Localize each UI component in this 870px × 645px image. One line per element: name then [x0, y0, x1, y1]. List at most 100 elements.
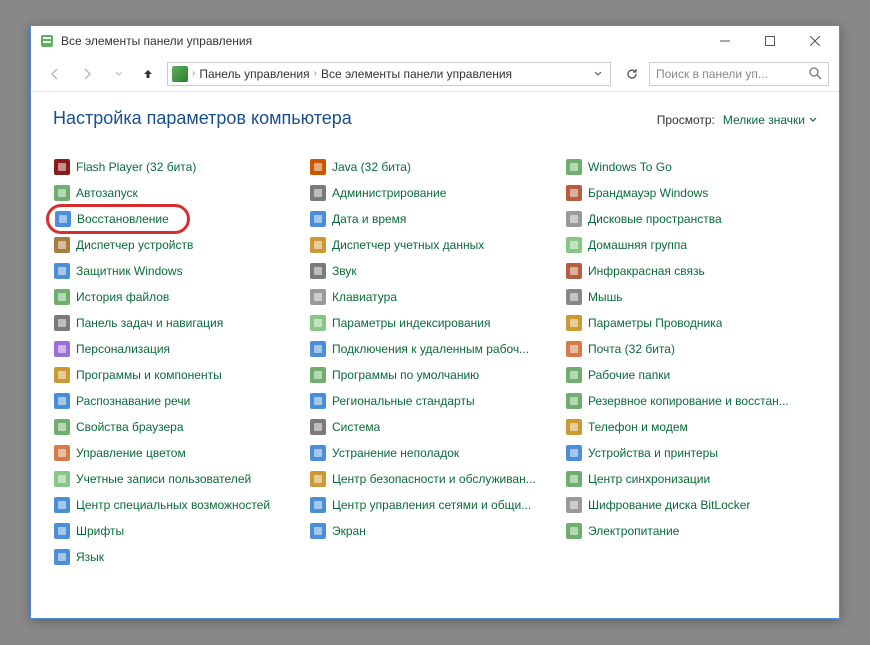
breadcrumb-seg-2[interactable]: Все элементы панели управления: [321, 67, 512, 81]
control-panel-item[interactable]: Flash Player (32 бита): [53, 157, 305, 177]
control-panel-item[interactable]: Параметры индексирования: [309, 313, 561, 333]
control-panel-item[interactable]: Восстановление: [46, 204, 190, 234]
control-panel-item[interactable]: Защитник Windows: [53, 261, 305, 281]
control-panel-item[interactable]: Мышь: [565, 287, 817, 307]
control-panel-item[interactable]: Система: [309, 417, 561, 437]
item-label: Резервное копирование и восстан...: [588, 394, 789, 408]
item-label: Электропитание: [588, 524, 679, 538]
control-panel-item[interactable]: Устройства и принтеры: [565, 443, 817, 463]
control-panel-item[interactable]: Автозапуск: [53, 183, 305, 203]
item-icon: [310, 289, 326, 305]
control-panel-item[interactable]: Программы по умолчанию: [309, 365, 561, 385]
item-icon: [566, 159, 582, 175]
control-panel-item[interactable]: Диспетчер устройств: [53, 235, 305, 255]
control-panel-item[interactable]: Программы и компоненты: [53, 365, 305, 385]
window-title: Все элементы панели управления: [61, 34, 702, 48]
control-panel-item[interactable]: Центр специальных возможностей: [53, 495, 305, 515]
item-label: Диспетчер устройств: [76, 238, 193, 252]
item-label: Свойства браузера: [76, 420, 184, 434]
control-panel-item[interactable]: Экран: [309, 521, 561, 541]
item-icon: [54, 393, 70, 409]
item-icon: [54, 419, 70, 435]
control-panel-item[interactable]: Администрирование: [309, 183, 561, 203]
item-label: Почта (32 бита): [588, 342, 675, 356]
item-label: Устройства и принтеры: [588, 446, 718, 460]
item-label: Телефон и модем: [588, 420, 688, 434]
item-label: Дата и время: [332, 212, 406, 226]
control-panel-item[interactable]: Центр управления сетями и общи...: [309, 495, 561, 515]
item-icon: [54, 367, 70, 383]
item-icon: [566, 471, 582, 487]
item-label: Распознавание речи: [76, 394, 190, 408]
item-icon: [310, 185, 326, 201]
control-panel-item[interactable]: Дисковые пространства: [565, 209, 817, 229]
item-icon: [310, 393, 326, 409]
control-panel-item[interactable]: Учетные записи пользователей: [53, 469, 305, 489]
control-panel-item[interactable]: Шрифты: [53, 521, 305, 541]
control-panel-item[interactable]: Java (32 бита): [309, 157, 561, 177]
item-icon: [310, 419, 326, 435]
control-panel-item[interactable]: Подключения к удаленным рабоч...: [309, 339, 561, 359]
item-label: Защитник Windows: [76, 264, 183, 278]
item-icon: [54, 185, 70, 201]
control-panel-item[interactable]: История файлов: [53, 287, 305, 307]
item-label: Управление цветом: [76, 446, 186, 460]
recent-dropdown[interactable]: [105, 60, 133, 88]
item-label: Брандмауэр Windows: [588, 186, 708, 200]
item-icon: [310, 445, 326, 461]
control-panel-item[interactable]: Распознавание речи: [53, 391, 305, 411]
breadcrumb-seg-1[interactable]: Панель управления: [199, 67, 309, 81]
view-selector[interactable]: Мелкие значки: [723, 113, 817, 127]
item-icon: [54, 263, 70, 279]
control-panel-item[interactable]: Управление цветом: [53, 443, 305, 463]
control-panel-item[interactable]: Шифрование диска BitLocker: [565, 495, 817, 515]
close-button[interactable]: [792, 26, 837, 56]
item-label: Программы и компоненты: [76, 368, 222, 382]
control-panel-item[interactable]: Свойства браузера: [53, 417, 305, 437]
maximize-button[interactable]: [747, 26, 792, 56]
control-panel-item[interactable]: Язык: [53, 547, 305, 567]
item-label: Центр специальных возможностей: [76, 498, 270, 512]
item-icon: [310, 237, 326, 253]
control-panel-item[interactable]: Устранение неполадок: [309, 443, 561, 463]
control-panel-item[interactable]: Центр синхронизации: [565, 469, 817, 489]
control-panel-item[interactable]: Телефон и модем: [565, 417, 817, 437]
control-panel-item[interactable]: Панель задач и навигация: [53, 313, 305, 333]
item-icon: [54, 341, 70, 357]
back-button[interactable]: [41, 60, 69, 88]
control-panel-item[interactable]: Резервное копирование и восстан...: [565, 391, 817, 411]
address-dropdown[interactable]: [590, 70, 606, 78]
control-panel-item[interactable]: Рабочие папки: [565, 365, 817, 385]
control-panel-item[interactable]: Звук: [309, 261, 561, 281]
item-icon: [54, 159, 70, 175]
control-panel-item[interactable]: Инфракрасная связь: [565, 261, 817, 281]
control-panel-item[interactable]: Почта (32 бита): [565, 339, 817, 359]
address-icon: [172, 66, 188, 82]
control-panel-item[interactable]: Параметры Проводника: [565, 313, 817, 333]
search-placeholder: Поиск в панели уп...: [656, 67, 803, 81]
refresh-button[interactable]: [619, 62, 645, 86]
address-bar[interactable]: › Панель управления › Все элементы панел…: [167, 62, 611, 86]
item-label: Учетные записи пользователей: [76, 472, 251, 486]
control-panel-item[interactable]: Домашняя группа: [565, 235, 817, 255]
item-label: Центр управления сетями и общи...: [332, 498, 531, 512]
control-panel-item[interactable]: Windows To Go: [565, 157, 817, 177]
control-panel-item[interactable]: Центр безопасности и обслуживан...: [309, 469, 561, 489]
item-label: Система: [332, 420, 380, 434]
item-icon: [54, 523, 70, 539]
control-panel-item[interactable]: Персонализация: [53, 339, 305, 359]
item-icon: [566, 289, 582, 305]
item-label: Подключения к удаленным рабоч...: [332, 342, 529, 356]
search-input[interactable]: Поиск в панели уп...: [649, 62, 829, 86]
control-panel-item[interactable]: Клавиатура: [309, 287, 561, 307]
minimize-button[interactable]: [702, 26, 747, 56]
control-panel-item[interactable]: Электропитание: [565, 521, 817, 541]
control-panel-item[interactable]: Региональные стандарты: [309, 391, 561, 411]
up-button[interactable]: [137, 60, 159, 88]
item-icon: [566, 263, 582, 279]
control-panel-item[interactable]: Дата и время: [309, 209, 561, 229]
control-panel-item[interactable]: Диспетчер учетных данных: [309, 235, 561, 255]
control-panel-item[interactable]: Брандмауэр Windows: [565, 183, 817, 203]
item-icon: [566, 523, 582, 539]
forward-button[interactable]: [73, 60, 101, 88]
